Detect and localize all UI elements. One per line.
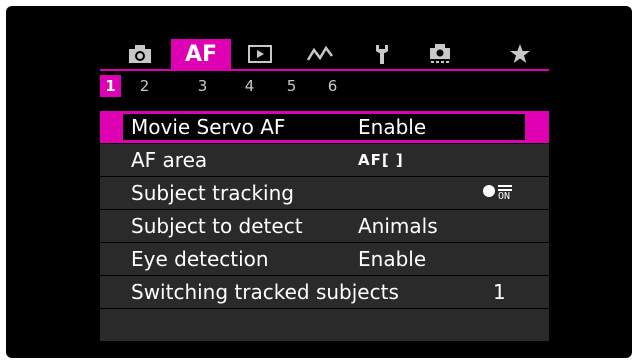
menu-item-subject-tracking[interactable]: Subject tracking ON bbox=[100, 177, 549, 210]
page-1[interactable]: 1 bbox=[100, 75, 121, 97]
menu-item-value: 1 bbox=[493, 280, 506, 304]
wireless-tab-icon[interactable] bbox=[300, 39, 340, 69]
menu-item-af-area[interactable]: AF area AF[ ] bbox=[100, 144, 549, 177]
my-menu-star-icon[interactable] bbox=[500, 39, 540, 69]
playback-tab-icon[interactable] bbox=[240, 39, 280, 69]
page-3[interactable]: 3 bbox=[192, 75, 213, 97]
menu-item-switching-tracked-subjects[interactable]: Switching tracked subjects 1 bbox=[100, 276, 549, 309]
af-menu-list: Movie Servo AF Enable AF area AF[ ] Subj… bbox=[100, 111, 549, 342]
menu-item-label: AF area bbox=[131, 148, 208, 172]
af-area-icon: AF[ ] bbox=[358, 151, 404, 169]
menu-item-label: Eye detection bbox=[131, 247, 269, 271]
page-indicator: 1 2 3 4 5 6 bbox=[100, 75, 549, 97]
page-4[interactable]: 4 bbox=[239, 75, 260, 97]
page-2[interactable]: 2 bbox=[134, 75, 155, 97]
menu-item-label: Subject tracking bbox=[131, 181, 294, 205]
tab-underline bbox=[100, 69, 549, 71]
camera-menu-screen: AF 1 2 3 4 5 6 Movie Servo AF Enable AF … bbox=[6, 6, 632, 358]
menu-item-label: Switching tracked subjects bbox=[131, 280, 399, 304]
empty-row bbox=[100, 309, 549, 342]
menu-item-subject-to-detect[interactable]: Subject to detect Animals bbox=[100, 210, 549, 243]
page-6[interactable]: 6 bbox=[322, 75, 343, 97]
setup-tab-icon[interactable] bbox=[362, 39, 402, 69]
menu-item-label: Subject to detect bbox=[131, 214, 303, 238]
menu-item-value: Enable bbox=[358, 115, 427, 139]
custom-functions-tab-icon[interactable] bbox=[420, 39, 460, 69]
menu-tab-bar: AF bbox=[100, 39, 549, 69]
af-tab-label: AF bbox=[184, 41, 218, 67]
af-tab[interactable]: AF bbox=[171, 39, 231, 69]
menu-item-label: Movie Servo AF bbox=[131, 115, 286, 139]
menu-item-value: Enable bbox=[358, 247, 427, 271]
subject-tracking-on-icon: ON bbox=[481, 177, 519, 209]
camera-tab-icon[interactable] bbox=[120, 39, 160, 69]
menu-item-movie-servo-af[interactable]: Movie Servo AF Enable bbox=[100, 111, 549, 144]
page-5[interactable]: 5 bbox=[281, 75, 302, 97]
menu-item-eye-detection[interactable]: Eye detection Enable bbox=[100, 243, 549, 276]
subject-tracking-on-text: ON bbox=[498, 191, 511, 202]
menu-item-value: Animals bbox=[358, 214, 438, 238]
